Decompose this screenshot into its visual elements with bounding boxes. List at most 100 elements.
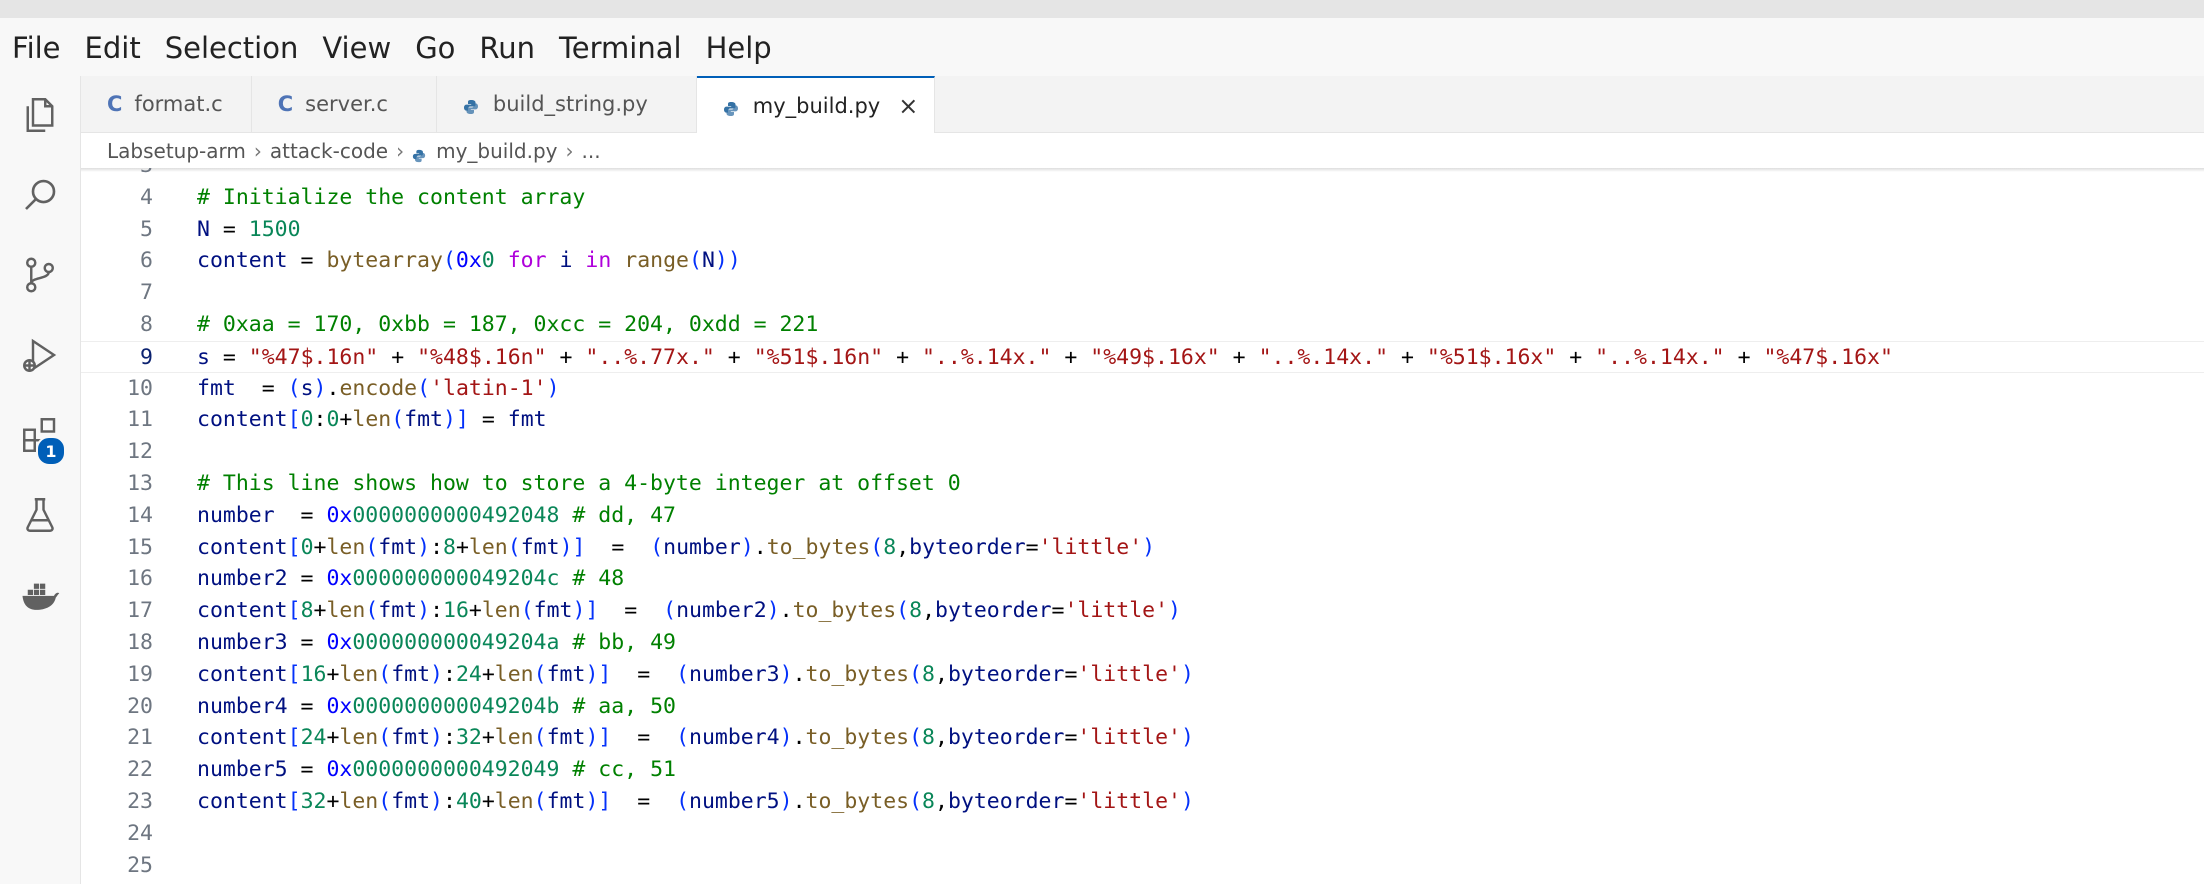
- code-token: len: [326, 534, 366, 560]
- tab-format-c[interactable]: C format.c: [81, 76, 252, 132]
- code-token: fmt: [391, 661, 431, 687]
- line-number: 22: [127, 757, 153, 783]
- code-token: 0: [300, 407, 314, 433]
- code-token: [: [287, 661, 301, 687]
- code-line[interactable]: 25: [81, 850, 2204, 882]
- code-token: (: [870, 534, 884, 560]
- menu-edit[interactable]: Edit: [73, 31, 153, 65]
- menu-selection[interactable]: Selection: [153, 31, 311, 65]
- code-token: =: [585, 534, 651, 560]
- menu-go[interactable]: Go: [403, 31, 467, 65]
- explorer-icon[interactable]: [0, 80, 80, 150]
- testing-icon[interactable]: [0, 480, 80, 550]
- tab-my-build-py[interactable]: my_build.py ×: [696, 76, 936, 133]
- code-line[interactable]: 9 s = "%47$.16n" + "%48$.16n" + "..%.77x.…: [81, 340, 2204, 373]
- tab-server-c[interactable]: C server.c: [252, 76, 437, 132]
- code-token: +: [1388, 344, 1427, 370]
- code-line[interactable]: 20 number4 = 0x000000000049204b # aa, 50: [81, 691, 2204, 723]
- code-text: content[8+len(fmt):16+len(fmt)] = (numbe…: [197, 595, 1181, 627]
- menu-file[interactable]: File: [0, 31, 73, 65]
- code-token: "%49$.16x": [1090, 344, 1220, 370]
- code-token: 'little': [1038, 534, 1143, 560]
- run-debug-icon[interactable]: [0, 320, 80, 390]
- line-number: 23: [127, 789, 153, 814]
- code-token: range: [624, 248, 689, 274]
- code-line[interactable]: 4 # Initialize the content array: [81, 182, 2204, 214]
- code-line[interactable]: 12: [81, 436, 2204, 468]
- code-line[interactable]: 8 # 0xaa = 170, 0xbb = 187, 0xcc = 204, 0…: [81, 309, 2204, 341]
- code-editor[interactable]: 34# Initialize the content array5N = 150…: [81, 168, 2204, 884]
- code-token: (: [676, 789, 690, 814]
- code-line[interactable]: 11 content[0:0+len(fmt)] = fmt: [81, 404, 2204, 436]
- code-line[interactable]: 13 # This line shows how to store a 4-byt…: [81, 468, 2204, 500]
- code-line[interactable]: 17 content[8+len(fmt):16+len(fmt)] = (num…: [81, 595, 2204, 627]
- code-line[interactable]: 3: [81, 168, 2204, 182]
- code-token: (: [391, 407, 405, 433]
- code-token: 0x: [326, 566, 353, 592]
- code-token: )]: [443, 407, 469, 433]
- code-token: +: [1556, 344, 1596, 370]
- code-token: s: [197, 344, 210, 370]
- line-number: 11: [127, 407, 153, 433]
- code-text: content[24+len(fmt):32+len(fmt)] = (numb…: [197, 722, 1194, 754]
- code-token: ): [430, 661, 443, 687]
- code-token: ): [313, 375, 327, 401]
- code-line[interactable]: 14 number = 0x0000000000492048 # dd, 47: [81, 500, 2204, 532]
- code-line[interactable]: 7: [81, 277, 2204, 309]
- code-line[interactable]: 10 fmt = (s).encode('latin-1'): [81, 373, 2204, 405]
- code-token: len: [339, 725, 379, 751]
- code-token: byteorder: [947, 789, 1065, 814]
- menu-help[interactable]: Help: [694, 31, 784, 65]
- breadcrumb-symbol[interactable]: ...: [581, 139, 600, 163]
- code-line[interactable]: 6 content = bytearray(0x0 for i in range(…: [81, 245, 2204, 277]
- code-token: s: [300, 375, 314, 401]
- code-line[interactable]: 22 number5 = 0x0000000000492049 # cc, 51: [81, 754, 2204, 786]
- code-token: ): [779, 789, 793, 814]
- code-token: 0x: [326, 630, 353, 655]
- python-file-icon: [463, 96, 479, 114]
- breadcrumb-folder-attack-code[interactable]: attack-code: [270, 139, 388, 163]
- code-token: +: [481, 789, 495, 814]
- code-token: number5: [197, 757, 288, 783]
- code-token: number4: [197, 693, 288, 719]
- search-icon[interactable]: [0, 160, 80, 230]
- line-number: 24: [127, 820, 153, 846]
- code-line[interactable]: 16 number2 = 0x000000000049204c # 48: [81, 563, 2204, 595]
- tab-build-string-py[interactable]: build_string.py: [437, 76, 697, 132]
- code-token: [: [287, 534, 301, 560]
- code-line[interactable]: 5 N = 1500: [81, 214, 2204, 246]
- code-line[interactable]: 18 number3 = 0x000000000049204a # bb, 49: [81, 627, 2204, 659]
- code-token: [: [287, 725, 301, 751]
- docker-icon[interactable]: [0, 560, 80, 630]
- breadcrumb-folder-labsetup-arm[interactable]: Labsetup-arm: [107, 139, 246, 163]
- code-token: content: [197, 598, 288, 624]
- breadcrumb: Labsetup-arm › attack-code › my_build.py…: [81, 133, 2204, 169]
- menu-terminal[interactable]: Terminal: [547, 31, 694, 65]
- code-token: =: [611, 789, 677, 814]
- code-line[interactable]: 15 content[0+len(fmt):8+len(fmt)] = (numb…: [81, 532, 2204, 564]
- code-token: )]: [585, 789, 612, 814]
- code-token: number2: [676, 598, 767, 624]
- code-token: 0x: [326, 693, 353, 719]
- close-icon[interactable]: ×: [898, 92, 918, 120]
- extensions-icon[interactable]: 1: [0, 400, 80, 470]
- breadcrumb-file[interactable]: my_build.py: [436, 139, 557, 163]
- menu-view[interactable]: View: [310, 31, 403, 65]
- code-token: +: [714, 344, 754, 370]
- code-token: +: [481, 725, 495, 751]
- chevron-right-icon: ›: [565, 139, 574, 163]
- code-token: ,: [896, 534, 910, 560]
- code-token: .: [792, 789, 806, 814]
- code-line[interactable]: 23 content[32+len(fmt):40+len(fmt)] = (nu…: [81, 786, 2204, 818]
- source-control-icon[interactable]: [0, 240, 80, 310]
- code-token: (: [909, 661, 923, 687]
- code-token: +: [313, 598, 327, 624]
- code-token: ,: [935, 789, 948, 814]
- menu-run[interactable]: Run: [467, 31, 547, 65]
- code-token: (: [663, 598, 677, 624]
- code-line[interactable]: 21 content[24+len(fmt):32+len(fmt)] = (nu…: [81, 722, 2204, 754]
- code-line[interactable]: 19 content[16+len(fmt):24+len(fmt)] = (nu…: [81, 659, 2204, 691]
- code-token: fmt: [391, 789, 431, 814]
- code-line[interactable]: 24: [81, 818, 2204, 850]
